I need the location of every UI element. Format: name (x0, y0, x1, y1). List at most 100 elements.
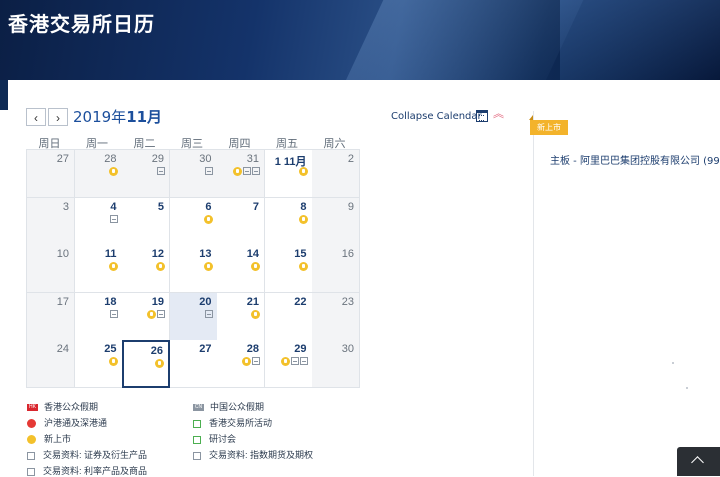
calendar-day-cell[interactable]: 31 (217, 150, 265, 198)
new-listing-icon[interactable] (251, 262, 260, 271)
calendar-day-cell[interactable]: 5 (122, 197, 170, 246)
day-number: 21 (246, 295, 259, 308)
new-listing-icon[interactable] (203, 262, 213, 271)
calendar-day-cell[interactable]: 28 (217, 340, 265, 388)
prev-month-button[interactable]: ‹ (26, 108, 46, 126)
new-listing-icon[interactable] (155, 359, 164, 368)
calendar-icon[interactable] (476, 110, 488, 122)
legend-label: 新上市 (44, 434, 72, 444)
new-listing-icon[interactable] (298, 167, 308, 176)
calendar-day-cell[interactable]: 14 (217, 245, 265, 293)
new-listing-icon[interactable] (147, 309, 156, 319)
calendar-day-cell[interactable]: 30 (169, 150, 218, 198)
day-number: 28 (104, 153, 117, 165)
calendar-day-cell[interactable]: 27 (27, 150, 75, 198)
calendar-day-cell[interactable]: 13 (169, 245, 218, 293)
divider (533, 111, 534, 476)
new-listing-icon[interactable] (298, 262, 308, 271)
calendar-day-cell[interactable]: 15 (264, 245, 313, 293)
calendar-day-cell[interactable]: 29 (264, 340, 313, 388)
new-listing-icon[interactable] (280, 357, 290, 366)
new-listing-icon[interactable] (108, 357, 118, 366)
calendar-day-cell[interactable]: 25 (74, 340, 123, 388)
calendar-day-cell[interactable]: 20 (169, 292, 218, 341)
legend-label: 香港公众假期 (44, 402, 99, 412)
new-listing-icon[interactable] (251, 309, 260, 319)
new-listing-icon[interactable] (242, 357, 251, 366)
new-listing-icon[interactable] (108, 167, 118, 176)
back-to-top-button[interactable] (677, 447, 720, 476)
day-number: 30 (341, 343, 354, 355)
calendar-day-cell[interactable]: 12 (122, 245, 170, 293)
page-title: 香港交易所日历 (8, 12, 155, 36)
trading-data-icon[interactable] (109, 309, 118, 318)
day-number: 4 (110, 200, 117, 213)
calendar-day-cell[interactable]: 8 (264, 197, 313, 246)
calendar-day-cell[interactable]: 29 (122, 150, 170, 198)
next-month-button[interactable]: › (48, 108, 68, 126)
legend-label: 交易资料: 利率产品及商品 (43, 466, 148, 476)
calendar-day-cell[interactable]: 22 (264, 292, 313, 341)
calendar-day-cell[interactable]: 1 11月 (264, 150, 313, 198)
day-number: 8 (300, 200, 307, 213)
day-number: 25 (104, 343, 117, 355)
new-listing-tag: 新上市 (529, 115, 568, 135)
calendar-day-cell[interactable]: 28 (74, 150, 123, 198)
legend-item: HK 香港公众假期 (27, 400, 98, 413)
tag-label: 新上市 (537, 123, 561, 132)
trading-data-icon[interactable] (252, 167, 260, 175)
new-listing-icon (27, 435, 36, 445)
legend-label: 沪港通及深港通 (44, 418, 108, 428)
calendar-day-cell[interactable]: 18 (74, 292, 123, 341)
trading-data-icon[interactable] (204, 309, 213, 318)
trading-data-icon[interactable] (290, 357, 299, 365)
calendar-day-cell[interactable]: 27 (169, 340, 218, 388)
new-listing-icon[interactable] (203, 214, 213, 224)
calendar-day-cell[interactable]: 17 (27, 292, 75, 341)
calendar-day-cell[interactable]: 26 (122, 340, 170, 388)
calendar-day-cell[interactable]: 23 (312, 292, 360, 341)
event-icon (193, 419, 201, 428)
day-number: 20 (199, 295, 212, 308)
event-item[interactable]: 主板 - 阿里巴巴集团控股有限公司 (9988) (550, 152, 720, 167)
calendar-day-cell[interactable]: 19 (122, 292, 170, 341)
legend-label: 中国公众假期 (210, 402, 265, 412)
day-number: 6 (205, 200, 212, 213)
calendar-day-cell[interactable]: 24 (27, 340, 75, 388)
header-banner: 香港交易所日历 (0, 0, 720, 80)
new-listing-icon[interactable] (233, 167, 242, 176)
trading-data-icon[interactable] (299, 357, 308, 365)
calendar-day-cell[interactable]: 10 (27, 245, 75, 293)
collapse-calendar-link[interactable]: Collapse Calendar (391, 111, 482, 122)
day-number: 2 (347, 153, 354, 165)
calendar-day-cell[interactable]: 7 (217, 197, 265, 246)
event-icon (193, 435, 201, 444)
calendar-day-cell[interactable]: 21 (217, 292, 265, 341)
trading-data-icon[interactable] (157, 167, 165, 175)
new-listing-icon[interactable] (108, 262, 118, 271)
calendar-day-cell[interactable]: 3 (27, 197, 75, 246)
day-number: 15 (294, 248, 307, 260)
calendar-day-cell[interactable]: 6 (169, 197, 218, 246)
calendar-day-cell[interactable]: 11 (74, 245, 123, 293)
calendar-day-cell[interactable]: 16 (312, 245, 360, 293)
calendar-grid: 27 28 29 30 31 1 11月 2 3 4 5 6 7 8 9 10 11 12 13 14 15 16 17 1… (26, 149, 360, 388)
new-listing-icon[interactable] (298, 214, 308, 224)
day-number: 28 (246, 343, 259, 355)
cn-holiday-icon: CN (193, 404, 204, 412)
trading-data-icon[interactable] (243, 167, 251, 175)
calendar-day-cell[interactable]: 30 (312, 340, 360, 388)
day-number: 11 (104, 248, 117, 260)
trading-data-icon[interactable] (157, 309, 165, 318)
chevron-up-icon[interactable]: ︽ (493, 109, 504, 120)
calendar-day-cell[interactable]: 2 (312, 150, 360, 198)
trading-data-icon[interactable] (109, 214, 118, 223)
trading-data-icon[interactable] (252, 357, 260, 365)
trading-data-icon[interactable] (204, 167, 213, 175)
calendar-day-cell[interactable]: 9 (312, 197, 360, 246)
trading-data-icon (27, 467, 35, 476)
calendar-day-cell[interactable]: 4 (74, 197, 123, 246)
legend-item: CN 中国公众假期 (193, 400, 264, 413)
day-number: 30 (199, 153, 212, 165)
new-listing-icon[interactable] (156, 262, 165, 271)
